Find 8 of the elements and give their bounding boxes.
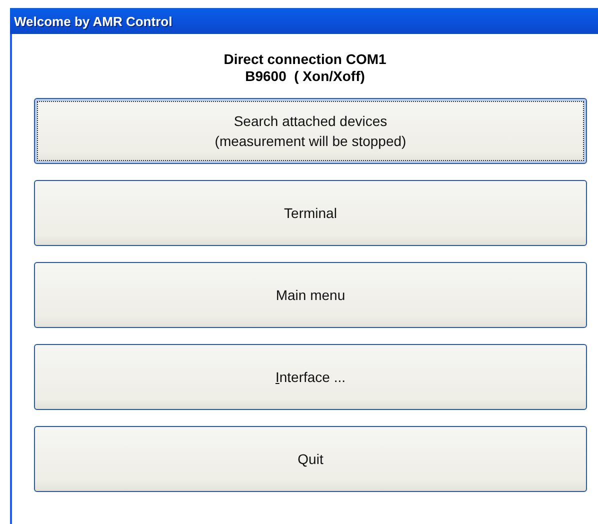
menu-button[interactable]: Search attached devices (measurement will be stopped) [34, 98, 587, 164]
window-title: Welcome by AMR Control [14, 14, 172, 28]
menu-button[interactable]: Interface ... [34, 344, 587, 410]
connection-info: B9600 ( Xon/Xoff) [245, 68, 365, 84]
menu-button[interactable]: Terminal [34, 180, 587, 246]
connection-info: Direct connection COM1 [224, 51, 386, 67]
menu-button[interactable]: Main menu [34, 262, 587, 328]
menu-button[interactable]: Quit [34, 426, 587, 492]
